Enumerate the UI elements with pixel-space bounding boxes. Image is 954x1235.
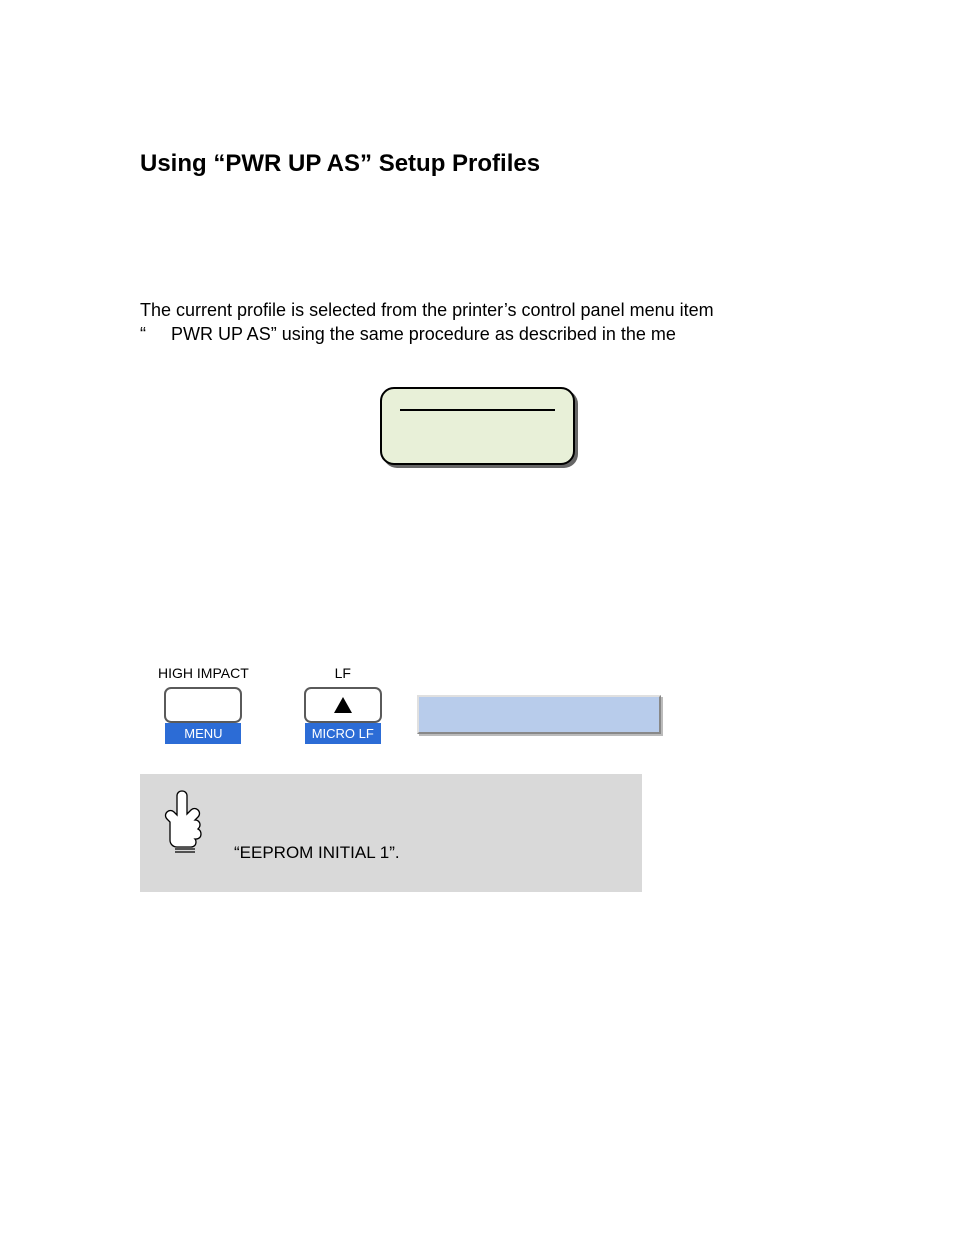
document-page: Using “PWR UP AS” Setup Profiles The cur… bbox=[0, 0, 954, 892]
lf-label: LF bbox=[335, 665, 351, 681]
arrow-up-icon bbox=[334, 697, 352, 713]
lcd-bar-group bbox=[437, 695, 661, 744]
lcd-display-panel bbox=[380, 387, 575, 465]
micro-lf-button[interactable] bbox=[304, 687, 382, 723]
body-paragraph: The current profile is selected from the… bbox=[140, 298, 814, 347]
pointing-hand-icon bbox=[160, 787, 210, 862]
control-key-row: HIGH IMPACT MENU LF MICRO LF bbox=[158, 665, 814, 744]
high-impact-label: HIGH IMPACT bbox=[158, 665, 249, 681]
paragraph-line-2: “ PWR UP AS” using the same procedure as… bbox=[140, 324, 676, 344]
display-divider-line bbox=[400, 409, 555, 411]
note-box: “EEPROM INITIAL 1”. bbox=[140, 774, 642, 892]
lcd-readout-bar bbox=[417, 695, 661, 734]
paragraph-line-1: The current profile is selected from the… bbox=[140, 300, 714, 320]
display-panel-container bbox=[140, 387, 814, 465]
note-text: “EEPROM INITIAL 1”. bbox=[234, 786, 400, 864]
micro-lf-label: MICRO LF bbox=[305, 723, 381, 744]
page-heading: Using “PWR UP AS” Setup Profiles bbox=[140, 150, 814, 178]
menu-label: MENU bbox=[165, 723, 241, 744]
menu-key-group: HIGH IMPACT MENU bbox=[158, 665, 249, 744]
lf-key-group: LF MICRO LF bbox=[304, 665, 382, 744]
menu-button[interactable] bbox=[164, 687, 242, 723]
